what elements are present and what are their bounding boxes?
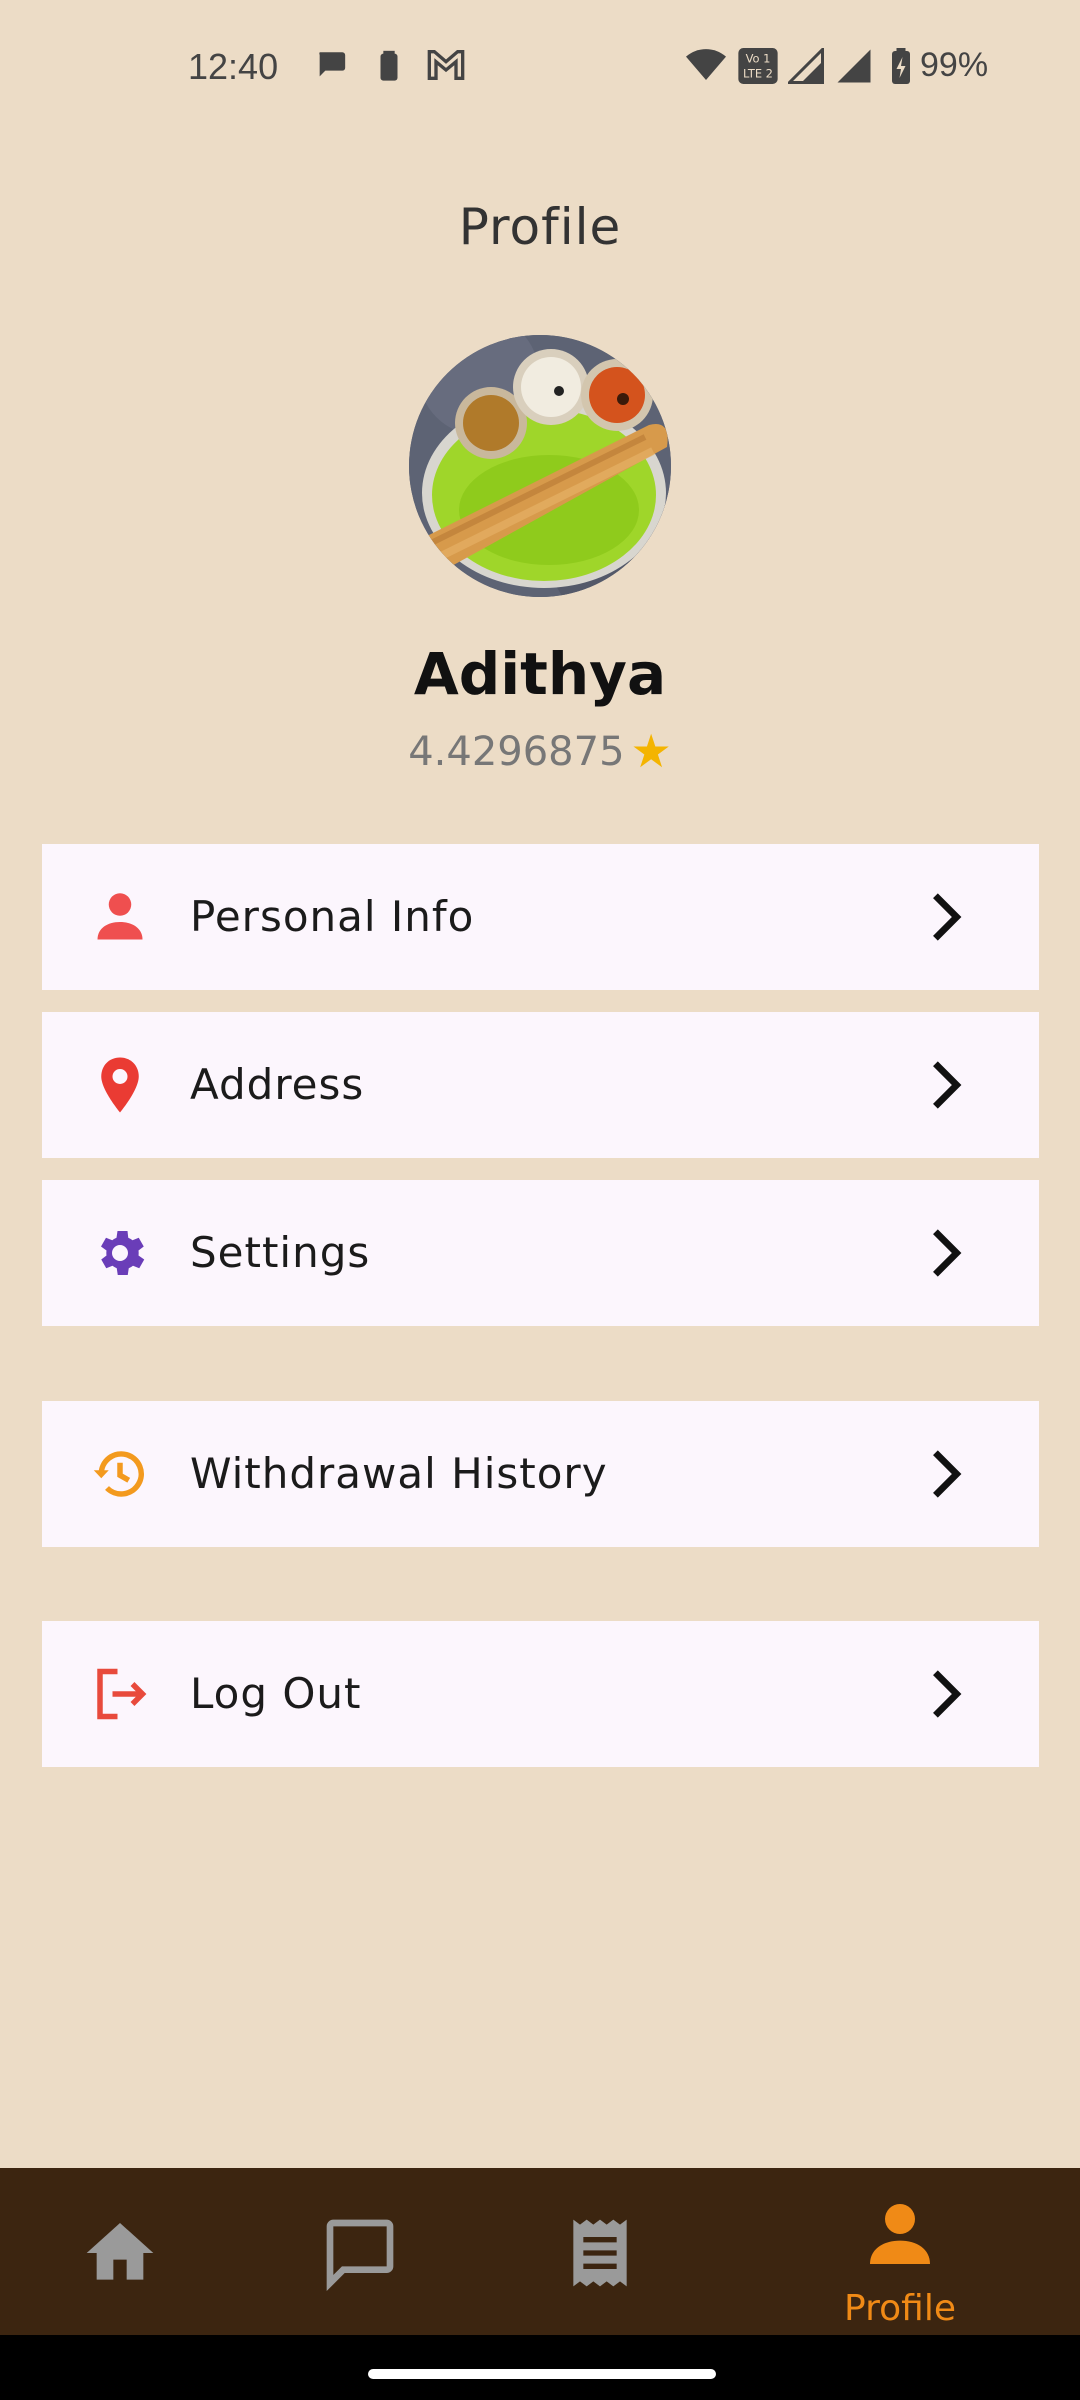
home-icon [86, 2223, 154, 2280]
signal-icon [837, 49, 871, 83]
page-title: Profile [458, 198, 622, 256]
menu-item-withdrawal-history[interactable]: Withdrawal History [42, 1401, 1039, 1547]
person-icon [870, 2204, 930, 2264]
star-icon: ★ [630, 724, 672, 778]
history-icon [93, 1451, 144, 1497]
menu-label: Settings [190, 1228, 371, 1277]
menu-item-settings[interactable]: Settings [42, 1180, 1039, 1326]
status-bar: 12:40 Vo 1 LTE 2 99% [0, 0, 1080, 136]
volte-icon: Vo 1LTE 2 [738, 48, 778, 84]
wifi-icon [686, 49, 726, 80]
nav-chat[interactable] [280, 2168, 440, 2335]
menu-label: Personal Info [190, 892, 475, 941]
chevron-right-icon [933, 893, 962, 941]
system-gesture-bar [0, 2335, 1080, 2400]
location-pin-icon [101, 1057, 139, 1113]
gmail-icon [427, 49, 465, 80]
menu-label: Withdrawal History [190, 1449, 608, 1498]
user-rating: 4.4296875 ★ [0, 724, 1080, 778]
chat-bubble-icon [319, 52, 346, 77]
nav-profile[interactable]: Profile [820, 2168, 980, 2335]
person-icon [97, 893, 143, 940]
battery-small-icon [380, 50, 398, 81]
chevron-right-icon [933, 1061, 962, 1109]
home-gesture-handle[interactable] [368, 2369, 716, 2379]
svg-text:Vo 1: Vo 1 [746, 52, 771, 66]
user-name: Adithya [413, 640, 667, 708]
chevron-right-icon [933, 1450, 962, 1498]
menu-item-personal-info[interactable]: Personal Info [42, 844, 1039, 990]
chevron-right-icon [933, 1670, 962, 1718]
bottom-nav: Profile [0, 2168, 1080, 2335]
chat-icon [326, 2219, 394, 2292]
logout-icon [97, 1668, 147, 1720]
menu-label: Log Out [190, 1669, 362, 1718]
gear-icon [101, 1231, 145, 1275]
receipt-icon [573, 2219, 627, 2287]
battery-charging-icon [892, 48, 910, 84]
chevron-right-icon [933, 1229, 962, 1277]
svg-text:LTE 2: LTE 2 [743, 66, 773, 80]
nav-home[interactable] [40, 2168, 200, 2335]
menu-item-address[interactable]: Address [42, 1012, 1039, 1158]
avatar[interactable] [409, 335, 671, 597]
rating-value: 4.4296875 [408, 729, 625, 775]
menu-label: Address [190, 1060, 365, 1109]
nav-orders[interactable] [520, 2168, 680, 2335]
signal-icon [788, 48, 824, 84]
battery-percent: 99% [920, 46, 989, 84]
avatar-image [409, 335, 671, 597]
status-time: 12:40 [188, 46, 279, 87]
menu-item-logout[interactable]: Log Out [42, 1621, 1039, 1767]
nav-label: Profile [844, 2288, 956, 2329]
